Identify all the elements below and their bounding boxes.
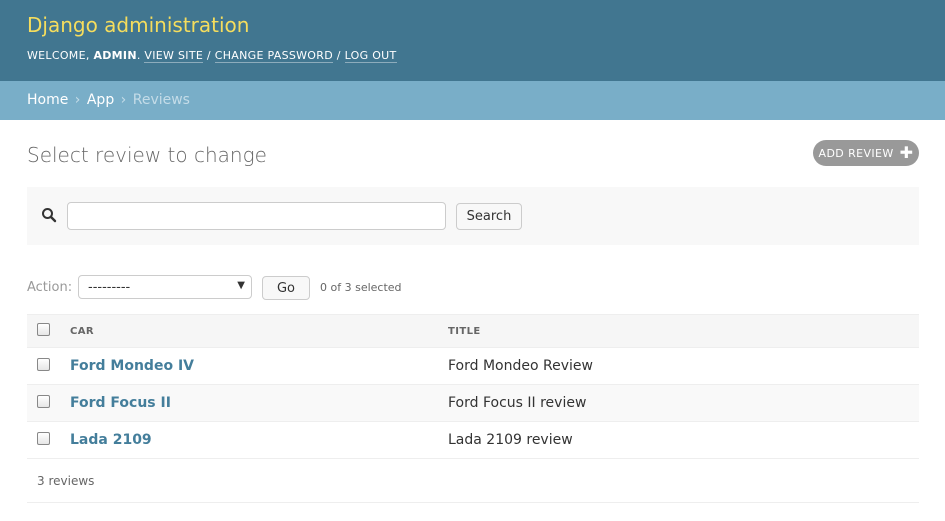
action-selected-value: ---------	[88, 280, 131, 295]
breadcrumb-current: Reviews	[132, 92, 190, 108]
log-out-link[interactable]: LOG OUT	[344, 49, 397, 63]
breadcrumb-home[interactable]: Home	[27, 92, 68, 108]
action-select[interactable]: --------- ▼	[78, 275, 252, 299]
review-title: Ford Focus II review	[448, 395, 587, 411]
select-all-checkbox[interactable]	[37, 323, 50, 336]
action-label: Action:	[27, 280, 73, 295]
car-link[interactable]: Ford Focus II	[70, 395, 171, 411]
table-row: Ford Mondeo IV Ford Mondeo Review	[27, 348, 919, 385]
search-icon	[42, 208, 57, 223]
row-checkbox[interactable]	[37, 395, 50, 408]
actions-bar: Action: --------- ▼ Go 0 of 3 selected	[27, 275, 919, 300]
add-review-button[interactable]: ADD REVIEW ✚	[813, 140, 919, 166]
view-site-link[interactable]: VIEW SITE	[144, 49, 204, 63]
add-review-label: ADD REVIEW	[818, 146, 894, 160]
review-title: Lada 2109 review	[448, 432, 573, 448]
page-title: Select review to change	[27, 143, 267, 167]
user-tools: WELCOME, ADMIN. VIEW SITE / CHANGE PASSW…	[27, 49, 397, 63]
site-header: Django administration WELCOME, ADMIN. VI…	[0, 0, 945, 81]
paginator: 3 reviews	[27, 459, 919, 503]
breadcrumb: Home › App › Reviews	[0, 81, 945, 120]
breadcrumb-app[interactable]: App	[87, 92, 114, 108]
search-button[interactable]: Search	[456, 203, 522, 230]
breadcrumb-separator: ›	[74, 92, 81, 108]
column-header-car[interactable]: CAR	[70, 326, 94, 337]
search-toolbar: Search	[27, 187, 919, 245]
review-title: Ford Mondeo Review	[448, 358, 593, 374]
site-branding[interactable]: Django administration	[27, 13, 249, 37]
plus-icon: ✚	[899, 143, 914, 162]
separator: /	[206, 49, 211, 62]
go-button[interactable]: Go	[262, 276, 310, 300]
car-link[interactable]: Ford Mondeo IV	[70, 358, 194, 374]
selected-count: 0 of 3 selected	[320, 281, 402, 294]
result-list: CAR TITLE Ford Mondeo IV Ford Mondeo Rev…	[27, 314, 919, 503]
table-row: Ford Focus II Ford Focus II review	[27, 385, 919, 422]
table-header: CAR TITLE	[27, 314, 919, 348]
row-checkbox[interactable]	[37, 358, 50, 371]
welcome-text: WELCOME,	[27, 49, 90, 62]
breadcrumb-separator: ›	[120, 92, 127, 108]
search-input[interactable]	[67, 202, 446, 230]
column-header-title[interactable]: TITLE	[448, 326, 481, 337]
change-password-link[interactable]: CHANGE PASSWORD	[214, 49, 333, 63]
car-link[interactable]: Lada 2109	[70, 432, 152, 448]
table-row: Lada 2109 Lada 2109 review	[27, 422, 919, 459]
row-checkbox[interactable]	[37, 432, 50, 445]
result-count: 3 reviews	[37, 474, 95, 488]
separator: /	[336, 49, 341, 62]
username: ADMIN	[93, 49, 137, 62]
chevron-down-icon: ▼	[237, 280, 245, 291]
